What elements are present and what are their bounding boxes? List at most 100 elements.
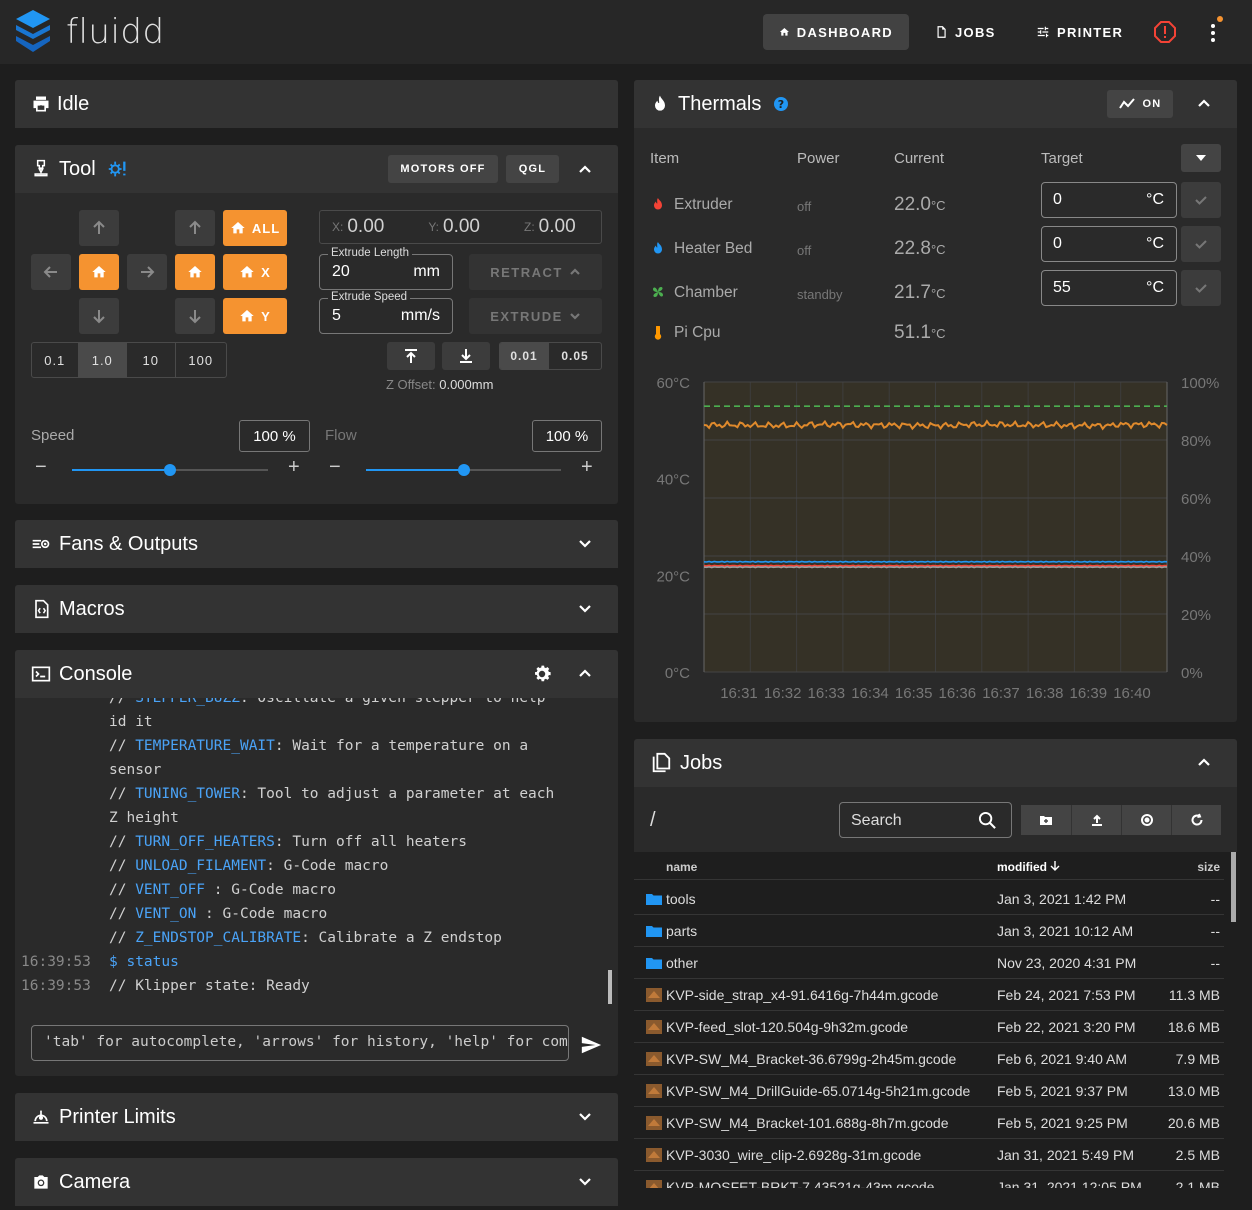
jobs-row[interactable]: KVP-feed_slot-120.504g-9h32m.gcode Feb 22… [634,1011,1224,1043]
jobs-path[interactable]: / [650,809,656,832]
z-offset-down-button[interactable] [442,342,490,370]
folder-plus-icon [1040,816,1052,825]
flow-increase-icon[interactable]: + [581,456,593,479]
home-xy-button[interactable] [79,254,119,290]
speed-value-field[interactable]: 100 % [239,420,310,452]
speed-slider-thumb[interactable] [164,464,176,476]
console-log[interactable]: // STEPPER_BUZZ: Oscillate a given stepp… [15,698,618,1006]
more-menu-icon[interactable] [1201,16,1225,48]
jog-y-plus-button[interactable] [79,210,119,246]
send-icon[interactable] [580,1034,602,1056]
job-modified: Feb 22, 2021 3:20 PM [997,1019,1136,1035]
jog-step-option[interactable]: 10 [127,343,176,377]
camera-expand-icon[interactable] [578,1174,592,1188]
thermal-target-apply-button[interactable] [1181,226,1221,262]
jog-x-minus-button[interactable] [31,254,71,290]
extrude-length-field[interactable]: Extrude Length 20 mm [319,247,453,290]
flow-slider-thumb[interactable] [457,464,470,476]
jobs-row[interactable]: KVP-SW_M4_Bracket-36.6799g-2h45m.gcode Fe… [634,1043,1224,1075]
jobs-scrollbar[interactable] [1231,852,1236,922]
macros-expand-icon[interactable] [578,601,592,615]
thermal-target-apply-button[interactable] [1181,270,1221,306]
jobs-row[interactable]: KVP-SW_M4_DrillGuide-65.0714g-5h21m.gcod… [634,1075,1224,1107]
console-collapse-icon[interactable] [578,666,592,680]
limits-expand-icon[interactable] [578,1109,592,1123]
speed-slider[interactable] [72,464,268,476]
flow-decrease-icon[interactable]: − [329,456,341,479]
jobs-row[interactable]: tools Jan 3, 2021 1:42 PM -- [634,883,1224,915]
z-offset-up-button[interactable] [387,342,435,370]
jobs-header-name[interactable]: name [666,860,697,874]
jobs-header-modified[interactable]: modified [997,860,1060,874]
home-z-button[interactable] [175,254,215,290]
thermal-target-input[interactable]: 55 °C [1041,270,1177,306]
fans-expand-icon[interactable] [578,536,592,550]
motors-off-button[interactable]: MOTORS OFF [388,155,498,183]
limits-card-header[interactable]: Printer Limits [15,1093,618,1141]
macros-card-header[interactable]: Macros [15,585,618,633]
jog-step-selector[interactable]: 0.1 1.0 10 100 [31,342,227,378]
z-step-option[interactable]: 0.05 [549,343,601,369]
printer-icon [33,96,49,112]
thermal-item[interactable]: Extruder [652,196,733,214]
extrude-button[interactable]: EXTRUDE [469,298,602,334]
thermal-item[interactable]: Pi Cpu [652,324,721,342]
thermals-collapse-icon[interactable] [1197,96,1211,110]
jobs-search-input[interactable]: Search [839,802,1012,838]
qgl-button[interactable]: QGL [506,155,559,183]
jog-x-plus-button[interactable] [127,254,167,290]
nav-dashboard[interactable]: DASHBOARD [763,14,909,50]
help-icon[interactable]: ? [773,96,789,112]
fans-card-header[interactable]: Fans & Outputs [15,520,618,568]
home-y-button[interactable]: Y [223,298,287,334]
fluidd-logo-icon[interactable] [16,10,50,52]
jobs-row[interactable]: other Nov 23, 2020 4:31 PM -- [634,947,1224,979]
thermal-target-input[interactable]: 0 °C [1041,226,1177,262]
jobs-row[interactable]: KVP-side_strap_x4-91.6416g-7h44m.gcode Fe… [634,979,1224,1011]
thermal-item[interactable]: Heater Bed [652,240,752,258]
upload-button[interactable] [1071,805,1121,835]
temperature-chart[interactable]: 100% 80% 60% 40% 20% 0% 60°C 40°C 20°C 0°C 16:31 16… [634,360,1237,710]
jobs-row[interactable]: parts Jan 3, 2021 10:12 AM -- [634,915,1224,947]
console-scrollbar[interactable] [608,970,612,1004]
tool-collapse-icon[interactable] [578,162,592,176]
speed-decrease-icon[interactable]: − [35,456,47,479]
thermal-target-apply-button[interactable] [1181,182,1221,218]
home-all-button[interactable]: ALL [223,210,287,246]
thermal-item[interactable]: Chamber [652,284,738,302]
chart-toggle-button[interactable]: ON [1107,90,1173,118]
console-command-input[interactable]: 'tab' for autocomplete, 'arrows' for his… [31,1025,569,1061]
nav-jobs[interactable]: JOBS [918,14,1012,50]
search-icon[interactable] [978,811,997,830]
add-folder-button[interactable] [1021,805,1071,835]
jobs-row[interactable]: KVP-3030_wire_clip-2.6928g-31m.gcode Jan … [634,1139,1224,1171]
jobs-row[interactable]: KVP-SW_M4_Bracket-101.688g-8h7m.gcode Feb… [634,1107,1224,1139]
emergency-stop-icon[interactable] [1153,20,1177,44]
home-x-button[interactable]: X [223,254,287,290]
speed-increase-icon[interactable]: + [288,456,300,479]
z-offset-step-selector[interactable]: 0.01 0.05 [499,342,602,370]
extrude-speed-field[interactable]: Extrude Speed 5 mm/s [319,291,453,334]
jog-z-minus-button[interactable] [175,298,215,334]
app-brand[interactable]: fluidd [66,12,165,52]
nav-printer[interactable]: PRINTER [1020,14,1139,50]
jobs-header-size[interactable]: size [1197,860,1220,874]
flow-slider[interactable] [366,464,561,476]
jog-step-option[interactable]: 0.1 [32,343,79,377]
thermal-target-input[interactable]: 0 °C [1041,182,1177,218]
flow-value-field[interactable]: 100 % [532,420,602,452]
jobs-collapse-icon[interactable] [1197,755,1211,769]
thermals-menu-button[interactable] [1181,144,1221,172]
jog-step-option[interactable]: 100 [176,343,226,377]
jog-step-option[interactable]: 1.0 [78,343,128,377]
retract-button[interactable]: RETRACT [469,254,602,290]
refresh-button[interactable] [1171,805,1221,835]
status-card-header[interactable]: Idle [15,80,618,128]
gear-icon[interactable] [531,663,553,685]
jog-z-plus-button[interactable] [175,210,215,246]
z-step-option[interactable]: 0.01 [500,343,550,369]
jog-y-minus-button[interactable] [79,298,119,334]
camera-card-header[interactable]: Camera [15,1158,618,1206]
jobs-row[interactable]: KVP-MOSFET-BRKT-7.43521g-43m.gcode Jan 31… [634,1171,1224,1188]
upload-print-button[interactable] [1121,805,1171,835]
